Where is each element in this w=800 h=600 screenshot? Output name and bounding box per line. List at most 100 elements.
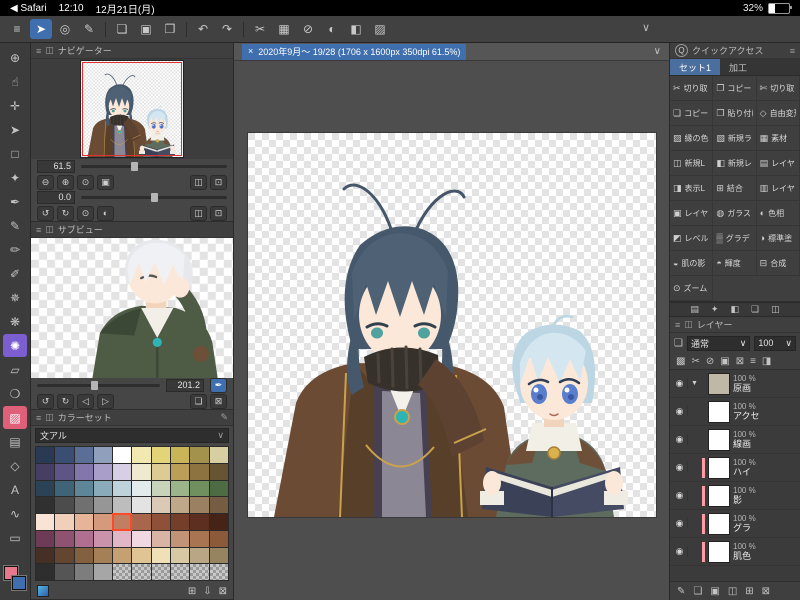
- panel-menu-icon[interactable]: ≡: [36, 413, 41, 423]
- save-icon[interactable]: ▣: [135, 19, 157, 39]
- color-swatch[interactable]: [93, 447, 113, 463]
- color-swatch[interactable]: [93, 463, 113, 480]
- color-swatch[interactable]: [113, 564, 132, 580]
- color-swatch[interactable]: [93, 497, 113, 513]
- layer-visibility-toggle[interactable]: ◉: [672, 490, 688, 501]
- tab-overflow-chevron[interactable]: ∨: [654, 46, 661, 57]
- operate-tool-icon[interactable]: ➤: [30, 19, 52, 39]
- layer-toolbar-icon[interactable]: ✂: [691, 356, 699, 367]
- navigator-zoom-button[interactable]: ⊡: [210, 174, 227, 190]
- figure-tool-icon[interactable]: ◇: [3, 454, 27, 477]
- line-correct-tool-icon[interactable]: ∿: [3, 502, 27, 525]
- layer-row[interactable]: ◉ 100 % 肌色: [670, 538, 800, 566]
- color-swatch[interactable]: [74, 497, 93, 513]
- slider-handle[interactable]: [151, 193, 159, 202]
- eraser-tool-icon[interactable]: ▱: [3, 358, 27, 381]
- palette-dock-tab[interactable]: ◧: [730, 304, 739, 315]
- quick-access-item[interactable]: ◫ 新規L: [670, 151, 714, 176]
- subview-button[interactable]: ❏: [190, 393, 207, 409]
- color-swatch[interactable]: [151, 514, 171, 530]
- palette-dock-tab[interactable]: ▤: [690, 304, 699, 315]
- layer-toolbar-icon[interactable]: ⊠: [736, 356, 744, 367]
- navigator-zoom-button[interactable]: ◫: [190, 174, 207, 190]
- layer-visibility-toggle[interactable]: ◉: [672, 406, 688, 417]
- quick-access-item[interactable]: ✄ 切り取り: [756, 76, 800, 101]
- navigator-zoom-button[interactable]: ⊕: [57, 174, 74, 190]
- panel-menu-icon[interactable]: ≡: [36, 46, 41, 56]
- divider[interactable]: [243, 21, 244, 37]
- color-swatch[interactable]: [74, 564, 93, 580]
- layer-visibility-toggle[interactable]: ◉: [672, 518, 688, 529]
- color-swatch[interactable]: [132, 463, 151, 480]
- quick-access-item[interactable]: ◨ 表示L: [670, 176, 714, 201]
- color-swatch[interactable]: [151, 547, 171, 564]
- navigator-rotate-button[interactable]: ◐: [97, 205, 114, 221]
- layer-toolbar-icon[interactable]: ▣: [720, 356, 729, 367]
- zoom-tool-icon[interactable]: ⊕: [3, 46, 27, 69]
- slider-handle[interactable]: [91, 381, 99, 390]
- color-swatch[interactable]: [190, 497, 209, 513]
- document-tab[interactable]: × 2020年9月〜 19/28 (1706 x 1600px 350dpi 6…: [242, 43, 467, 60]
- color-swatch[interactable]: [132, 547, 151, 564]
- quick-access-item[interactable]: ◧ 新規レ: [713, 151, 757, 176]
- colorset-action-button[interactable]: ⇩: [203, 586, 211, 597]
- quick-access-item[interactable]: ▣ レイヤ: [670, 201, 714, 226]
- color-swatch[interactable]: [74, 530, 93, 547]
- blend-tool-icon[interactable]: ❍: [3, 382, 27, 405]
- color-swatch[interactable]: [209, 447, 228, 463]
- quick-access-tab-set1[interactable]: セット1: [670, 59, 721, 75]
- layer-action-button[interactable]: ▣: [710, 586, 719, 597]
- color-swatch[interactable]: [36, 530, 55, 547]
- color-swatch[interactable]: [55, 447, 74, 463]
- layer-thumbnail[interactable]: [708, 456, 730, 479]
- color-swatch[interactable]: [171, 497, 190, 513]
- quick-access-item[interactable]: ⊞ 結合: [713, 176, 757, 201]
- color-swatch[interactable]: [190, 463, 209, 480]
- layer-thumbnail[interactable]: [708, 540, 730, 563]
- color-swatch[interactable]: [55, 530, 74, 547]
- color-swatch[interactable]: [113, 480, 132, 497]
- move-layer-tool-icon[interactable]: ✛: [3, 94, 27, 117]
- color-swatch[interactable]: [36, 447, 55, 463]
- layer-toolbar-icon[interactable]: ≡: [750, 356, 756, 367]
- quick-access-item[interactable]: ⊟ 合成: [756, 251, 800, 276]
- layer-row[interactable]: ◉ 100 % アクセ: [670, 398, 800, 426]
- color-swatch[interactable]: [113, 547, 132, 564]
- color-swatch[interactable]: [93, 564, 113, 580]
- layer-visibility-toggle[interactable]: ◉: [672, 546, 688, 557]
- color-swatch[interactable]: [190, 447, 209, 463]
- color-swatch[interactable]: [36, 514, 55, 530]
- color-swatch[interactable]: [209, 530, 228, 547]
- navigator-zoom-button[interactable]: ⊙: [77, 174, 94, 190]
- quick-access-item[interactable]: ◒ 肌の影: [670, 251, 714, 276]
- layer-toolbar-icon[interactable]: ▩: [676, 356, 685, 367]
- colorset-select-dropdown[interactable]: 文アル ∨: [35, 428, 229, 443]
- quick-access-item[interactable]: ▧ 新規ラ: [713, 126, 757, 151]
- navigator-zoom-value[interactable]: 61.5: [37, 160, 75, 173]
- subview-button[interactable]: ◁: [77, 393, 94, 409]
- frame-tool-icon[interactable]: ▭: [3, 526, 27, 549]
- layer-action-button[interactable]: ✎: [677, 586, 685, 597]
- slider-handle[interactable]: [130, 162, 138, 171]
- subview-button[interactable]: ▷: [97, 393, 114, 409]
- quick-access-item[interactable]: ▨ 縁の色: [670, 126, 714, 151]
- layer-action-button[interactable]: ❏: [693, 586, 702, 597]
- color-swatch[interactable]: [93, 530, 113, 547]
- back-to-app-link[interactable]: ◀ Safari: [10, 3, 47, 14]
- panel-menu-icon[interactable]: ≡: [36, 225, 41, 235]
- layer-thumbnail[interactable]: [708, 512, 730, 535]
- palette-dock-tab[interactable]: ❏: [751, 304, 759, 315]
- menu-icon[interactable]: ≡: [6, 19, 28, 39]
- border-effect-icon[interactable]: ▨: [369, 19, 391, 39]
- subview-zoom-slider[interactable]: [37, 381, 160, 390]
- quick-access-item[interactable]: ▥ レイヤ: [756, 176, 800, 201]
- color-swatch[interactable]: [132, 497, 151, 513]
- color-swatch[interactable]: [112, 513, 133, 531]
- color-swatch[interactable]: [190, 547, 209, 564]
- color-swatch[interactable]: [93, 547, 113, 564]
- navigator-zoom-button[interactable]: ▣: [97, 174, 114, 190]
- layer-action-button[interactable]: ⊠: [762, 586, 770, 597]
- quick-access-item[interactable]: ❐ コピー: [713, 76, 757, 101]
- color-swatch[interactable]: [113, 463, 132, 480]
- artwork-canvas[interactable]: [248, 133, 656, 517]
